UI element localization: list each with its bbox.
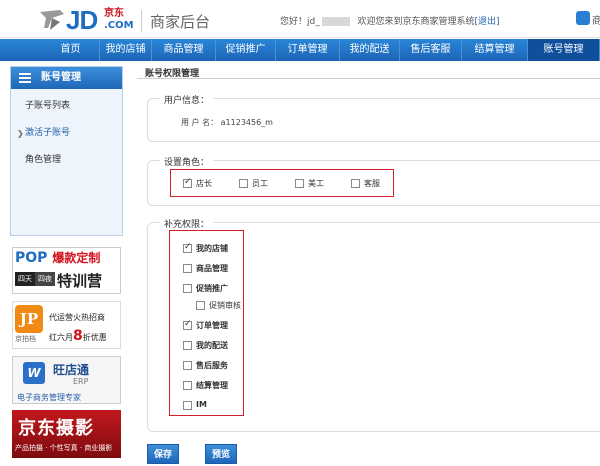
nav-products[interactable]: 商品管理 (152, 39, 216, 61)
sidebar-item-role-management[interactable]: 角色管理 (11, 147, 122, 174)
role-designer-checkbox[interactable] (295, 179, 304, 188)
banner-badge-2: 四夜 (35, 272, 55, 286)
banner-jd-photo[interactable]: 京东摄影 产品拍摄 · 个性写真 · 商业摄影 (12, 410, 121, 458)
jp-logo-icon: JP (15, 305, 43, 333)
banner-photo-sub: 产品拍摄 · 个性写真 · 商业摄影 (15, 444, 113, 452)
nav-account[interactable]: 账号管理 (528, 39, 600, 61)
role-staff-checkbox[interactable] (239, 179, 248, 188)
user-info-fieldset: 用户信息： 用 户 名： a1123456_m (147, 93, 600, 142)
header-divider (141, 10, 142, 32)
message-label[interactable]: 商 (592, 12, 600, 27)
banner-pop-bottom: 四天 四夜 特训营 (13, 270, 120, 294)
banner-pop-training[interactable]: POP 爆款定制 四天 四夜 特训营 (12, 247, 121, 294)
sidebar-item-subaccount-list[interactable]: 子账号列表 (11, 93, 122, 120)
banner-wangdiantong[interactable]: W 旺店通 ERP 电子商务管理专家 (12, 356, 121, 404)
username-row: 用 户 名： a1123456_m (181, 117, 273, 128)
logo-jd: JD (66, 5, 98, 35)
banner-jp-sub: 京拍档 (15, 335, 36, 343)
banner-jp-line1: 代运营火热招商 (49, 313, 105, 322)
main-nav: 首页 我的店铺 商品管理 促销推广 订单管理 我的配送 售后客服 结算管理 账号… (0, 39, 600, 61)
perm-orders-label: 订单管理 (196, 321, 228, 330)
banner-wdt-slogan: 电子商务管理专家 (17, 393, 81, 402)
sidebar-header: 账号管理 (11, 67, 122, 89)
nav-settlement[interactable]: 结算管理 (462, 39, 528, 61)
nav-my-store[interactable]: 我的店铺 (100, 39, 152, 61)
perm-aftersales-label: 售后服务 (196, 361, 228, 370)
perm-orders-checkbox[interactable] (183, 319, 192, 330)
logo-cn: 京东 (104, 8, 124, 19)
banner-jp-l2a: 红六月 (49, 333, 73, 342)
banner-jp-l2b: 8 (73, 328, 83, 344)
perm-delivery-checkbox[interactable] (183, 341, 192, 350)
nav-aftersales[interactable]: 售后客服 (400, 39, 462, 61)
app-title: 商家后台 (150, 13, 211, 31)
logout-link[interactable]: [退出] (474, 17, 499, 27)
list-icon (19, 73, 31, 83)
perm-promo-review-checkbox[interactable] (196, 301, 205, 310)
welcome-message: 欢迎您来到京东商家管理系统 (357, 17, 475, 27)
banner-wdt-title: 旺店通 (53, 363, 90, 377)
sidebar-item-activate-subaccount[interactable]: ❯ 激活子账号 (11, 120, 122, 147)
logo-com: .COM (104, 20, 134, 31)
role-manager-label: 店长 (196, 179, 212, 188)
username-value: a1123456_m (220, 118, 273, 127)
permissions-legend: 补充权限： (160, 217, 214, 230)
nav-orders[interactable]: 订单管理 (276, 39, 340, 61)
dog-mascot-icon (40, 10, 64, 30)
perm-delivery-label: 我的配送 (196, 341, 228, 350)
title-divider (137, 78, 600, 79)
sidebar-title: 账号管理 (41, 72, 81, 83)
preview-button[interactable]: 预览 (205, 444, 238, 464)
jd-logo[interactable]: JD 京东 .COM (38, 6, 134, 34)
role-designer-label: 美工 (308, 179, 324, 188)
perm-products-label: 商品管理 (196, 264, 228, 273)
perm-promo-review-label: 促销审核 (209, 301, 241, 310)
role-cs-label: 客服 (364, 179, 380, 188)
nav-home[interactable]: 首页 (42, 39, 100, 61)
perm-settlement-label: 结算管理 (196, 381, 228, 390)
banner-pop-red: 爆款定制 (52, 251, 101, 265)
nav-promotion[interactable]: 促销推广 (216, 39, 276, 61)
username-redacted (321, 17, 350, 26)
welcome-text: 您好！jd_ 欢迎您来到京东商家管理系统[退出] (280, 14, 500, 27)
user-info-legend: 用户信息： (160, 93, 214, 106)
perm-my-store-label: 我的店铺 (196, 244, 228, 253)
banner-jp-l2c: 折优惠 (82, 333, 107, 342)
save-button[interactable]: 保存 (147, 444, 180, 464)
banner-jp-line2: 红六月8折优惠 (49, 328, 107, 344)
perm-im-checkbox[interactable] (183, 401, 192, 410)
greeting: 您好！jd_ (280, 17, 320, 27)
roles-legend: 设置角色： (160, 155, 214, 168)
perm-aftersales-checkbox[interactable] (183, 361, 192, 370)
role-cs-checkbox[interactable] (351, 179, 360, 188)
nav-delivery[interactable]: 我的配送 (340, 39, 400, 61)
banner-pop-text: POP (15, 250, 48, 266)
role-manager-checkbox[interactable] (183, 177, 192, 188)
role-staff-label: 员工 (252, 179, 268, 188)
perm-promotion-checkbox[interactable] (183, 284, 192, 293)
message-icon[interactable] (576, 11, 590, 25)
banner-photo-title: 京东摄影 (18, 418, 94, 439)
sidebar-item-label: 激活子账号 (25, 128, 71, 138)
perm-im-label: IM (196, 400, 207, 409)
chevron-right-icon: ❯ (17, 129, 24, 138)
banner-pop-big: 特训营 (57, 272, 103, 290)
username-label: 用 户 名： (181, 118, 219, 127)
banner-jingpaidang[interactable]: JP 京拍档 代运营火热招商 红六月8折优惠 (12, 301, 121, 349)
perm-my-store-checkbox[interactable] (183, 242, 192, 253)
sidebar-menu: 子账号列表 ❯ 激活子账号 角色管理 (11, 89, 122, 235)
sidebar: 账号管理 子账号列表 ❯ 激活子账号 角色管理 (10, 66, 123, 236)
perm-products-checkbox[interactable] (183, 264, 192, 273)
perm-settlement-checkbox[interactable] (183, 381, 192, 390)
perm-promotion-label: 促销推广 (196, 284, 228, 293)
banner-pop-heading: POP 爆款定制 (13, 248, 120, 268)
top-header: JD 京东 .COM 商家后台 您好！jd_ 欢迎您来到京东商家管理系统[退出]… (0, 0, 600, 38)
banner-badge-1: 四天 (15, 272, 35, 286)
banner-wdt-erp: ERP (73, 377, 89, 386)
wdt-logo-icon: W (23, 362, 45, 384)
